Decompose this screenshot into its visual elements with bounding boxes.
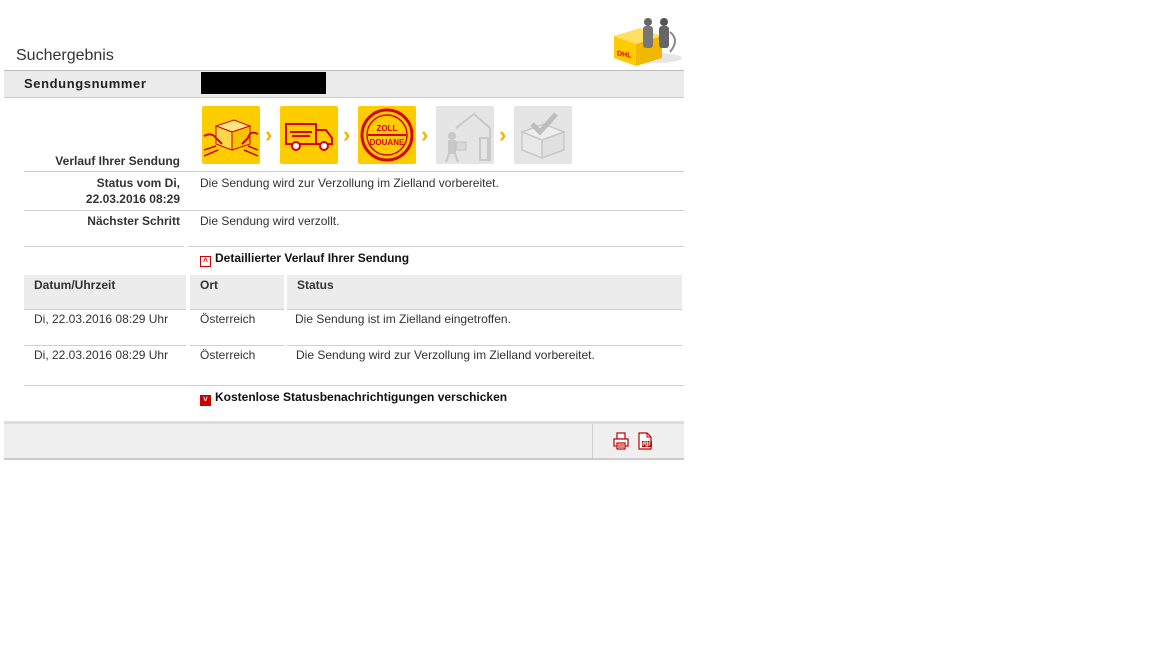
divider: [24, 385, 684, 386]
chevron-right-icon: ›: [421, 122, 429, 147]
status-label-line2: 22.03.2016 08:29: [85, 192, 180, 206]
shipment-number-bar: Sendungsnummer: [4, 70, 684, 98]
detail-history-label: Detaillierter Verlauf Ihrer Sendung: [215, 251, 410, 265]
progress-steps: › › ZOLL DOUANE › ›: [202, 106, 582, 164]
printer-icon[interactable]: [613, 432, 629, 450]
row-2-status: Die Sendung wird zur Verzollung im Ziell…: [296, 348, 595, 362]
customs-text-bottom: DOUANE: [370, 138, 405, 147]
divider: [24, 171, 684, 172]
row-1-datetime: Di, 22.03.2016 08:29 Uhr: [34, 312, 169, 326]
divider: [190, 345, 284, 346]
step-customs-icon: ZOLL DOUANE: [358, 106, 416, 164]
chevron-right-icon: ›: [343, 122, 351, 147]
footer-toolbar: [4, 421, 684, 460]
dhl-logo-icon: DHL: [614, 18, 682, 66]
column-header-status: Status: [287, 275, 682, 310]
step-delivery-icon: [436, 106, 494, 164]
pdf-icon[interactable]: [637, 432, 653, 450]
divider: [24, 345, 186, 346]
divider: [24, 246, 184, 247]
divider: [188, 246, 684, 247]
chevron-down-icon: ˅: [200, 395, 211, 406]
shipment-number-value: [201, 72, 326, 94]
customs-text-top: ZOLL: [377, 124, 398, 133]
column-header-status-label: Status: [297, 278, 334, 292]
next-step-text: Die Sendung wird verzollt.: [200, 214, 340, 228]
page-title: Suchergebnis: [16, 47, 114, 64]
detail-history-toggle[interactable]: ˄ Detaillierter Verlauf Ihrer Sendung: [200, 251, 409, 267]
divider: [287, 345, 682, 346]
step-pickup-icon: [202, 106, 260, 164]
status-notification-toggle[interactable]: ˅ Kostenlose Statusbenachrichtigungen ver…: [200, 390, 507, 406]
column-header-location-label: Ort: [200, 278, 218, 292]
step-delivered-icon: [514, 106, 572, 164]
row-1-status: Die Sendung ist im Zielland eingetroffen…: [295, 312, 511, 326]
shipment-number-label: Sendungsnummer: [24, 76, 147, 91]
step-transport-icon: [280, 106, 338, 164]
column-header-datetime-label: Datum/Uhrzeit: [34, 278, 116, 292]
row-2-datetime: Di, 22.03.2016 08:29 Uhr: [34, 348, 169, 362]
column-header-location: Ort: [190, 275, 284, 310]
divider: [24, 210, 684, 211]
chevron-right-icon: ›: [265, 122, 273, 147]
status-notification-label: Kostenlose Statusbenachrichtigungen vers…: [215, 390, 508, 404]
footer-separator: [592, 424, 593, 458]
chevron-right-icon: ›: [499, 122, 507, 147]
next-step-label: Nächster Schritt: [87, 214, 180, 228]
chevron-up-icon: ˄: [200, 256, 211, 267]
progress-label: Verlauf Ihrer Sendung: [55, 154, 180, 168]
row-2-location: Österreich: [200, 348, 256, 362]
column-header-datetime: Datum/Uhrzeit: [24, 275, 186, 310]
status-text: Die Sendung wird zur Verzollung im Ziell…: [200, 176, 499, 190]
status-label-line1: Status vom Di,: [96, 176, 180, 190]
row-1-location: Österreich: [200, 312, 256, 326]
